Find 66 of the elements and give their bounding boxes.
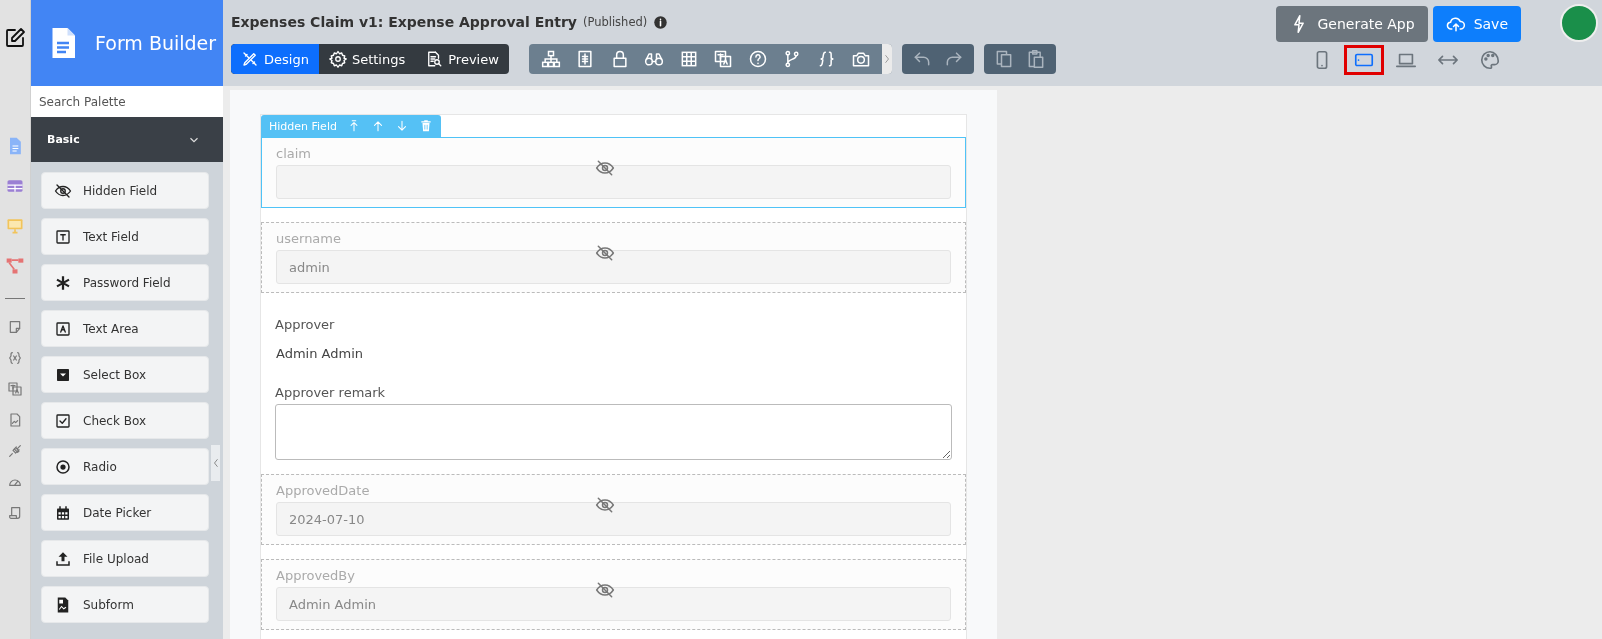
flow-icon[interactable] (5, 256, 25, 276)
palette-item[interactable]: File Upload (41, 540, 209, 577)
palette-item[interactable]: Text Area (41, 310, 209, 347)
edit-icon[interactable] (3, 26, 27, 50)
eye-off-icon (595, 495, 615, 515)
translate-icon[interactable] (7, 381, 23, 397)
text-field-icon (54, 227, 72, 246)
chevron-icon (212, 458, 219, 468)
avatar[interactable] (1560, 4, 1598, 42)
asterisk-icon (54, 273, 72, 292)
field-value: Admin Admin (275, 346, 364, 361)
preview-icon (425, 50, 444, 68)
settings-icon (328, 50, 347, 68)
field-label: claim (276, 146, 312, 161)
app-title: Form Builder (95, 32, 217, 54)
chevron-icon (883, 54, 890, 64)
category-header[interactable]: Basic (31, 117, 223, 162)
eye-off-icon (595, 158, 615, 178)
help-icon[interactable] (747, 49, 768, 69)
palette-item[interactable]: Text Field (41, 218, 209, 255)
save-button[interactable]: Save (1432, 6, 1521, 42)
palette-item[interactable]: Check Box (41, 402, 209, 439)
palette-item[interactable]: Subform (41, 586, 209, 623)
device-view-button[interactable] (1344, 45, 1384, 75)
mode-tab[interactable]: Design (231, 44, 319, 74)
mode-tab[interactable]: Preview (415, 44, 509, 74)
translate-icon[interactable] (713, 49, 734, 69)
input-field[interactable] (276, 165, 951, 199)
field-type-label: Hidden Field (269, 119, 337, 133)
checkbox-icon (54, 411, 72, 430)
palette-icon (1479, 49, 1501, 71)
hierarchy-icon[interactable] (540, 49, 561, 69)
generate-button[interactable]: Generate App (1276, 6, 1428, 42)
eye-off-icon (595, 580, 615, 600)
palette-item[interactable]: Radio (41, 448, 209, 485)
calendar-icon (54, 503, 72, 522)
form-field[interactable]: Approver remark (261, 375, 966, 460)
form-title: Expenses Claim v1: Expense Approval Entry (231, 14, 577, 30)
eye-off-icon (595, 243, 615, 263)
field-label: ApprovedDate (276, 483, 371, 498)
plug-icon[interactable] (7, 443, 23, 459)
palette-item[interactable]: Hidden Field (41, 172, 209, 209)
camera-icon[interactable] (851, 49, 872, 69)
field-label: username (276, 231, 342, 246)
scroll-icon[interactable] (7, 505, 23, 521)
radio-icon (54, 457, 72, 476)
form-field[interactable]: Approver Admin Admin (261, 307, 966, 361)
text-area[interactable] (275, 404, 952, 460)
palette-item[interactable]: Password Field (41, 264, 209, 301)
field-label: Approver remark (275, 385, 387, 400)
field-label: Approver (275, 317, 336, 332)
variable-icon[interactable] (7, 350, 23, 366)
mode-tab[interactable]: Settings (318, 44, 416, 74)
status-label: (Published) (582, 15, 648, 29)
palette-item[interactable]: Select Box (41, 356, 209, 393)
text-area-icon (54, 319, 72, 338)
trash-icon[interactable] (418, 119, 433, 133)
collapse-handle[interactable] (211, 445, 220, 481)
info-icon[interactable] (653, 14, 669, 30)
scroll-right-button[interactable] (881, 44, 892, 74)
report-icon[interactable] (7, 412, 23, 428)
note-icon[interactable] (7, 319, 23, 335)
design-icon (241, 50, 259, 68)
palette-item[interactable]: Date Picker (41, 494, 209, 531)
search-field[interactable]: Search Palette (31, 86, 223, 117)
field-label: ApprovedBy (276, 568, 356, 583)
